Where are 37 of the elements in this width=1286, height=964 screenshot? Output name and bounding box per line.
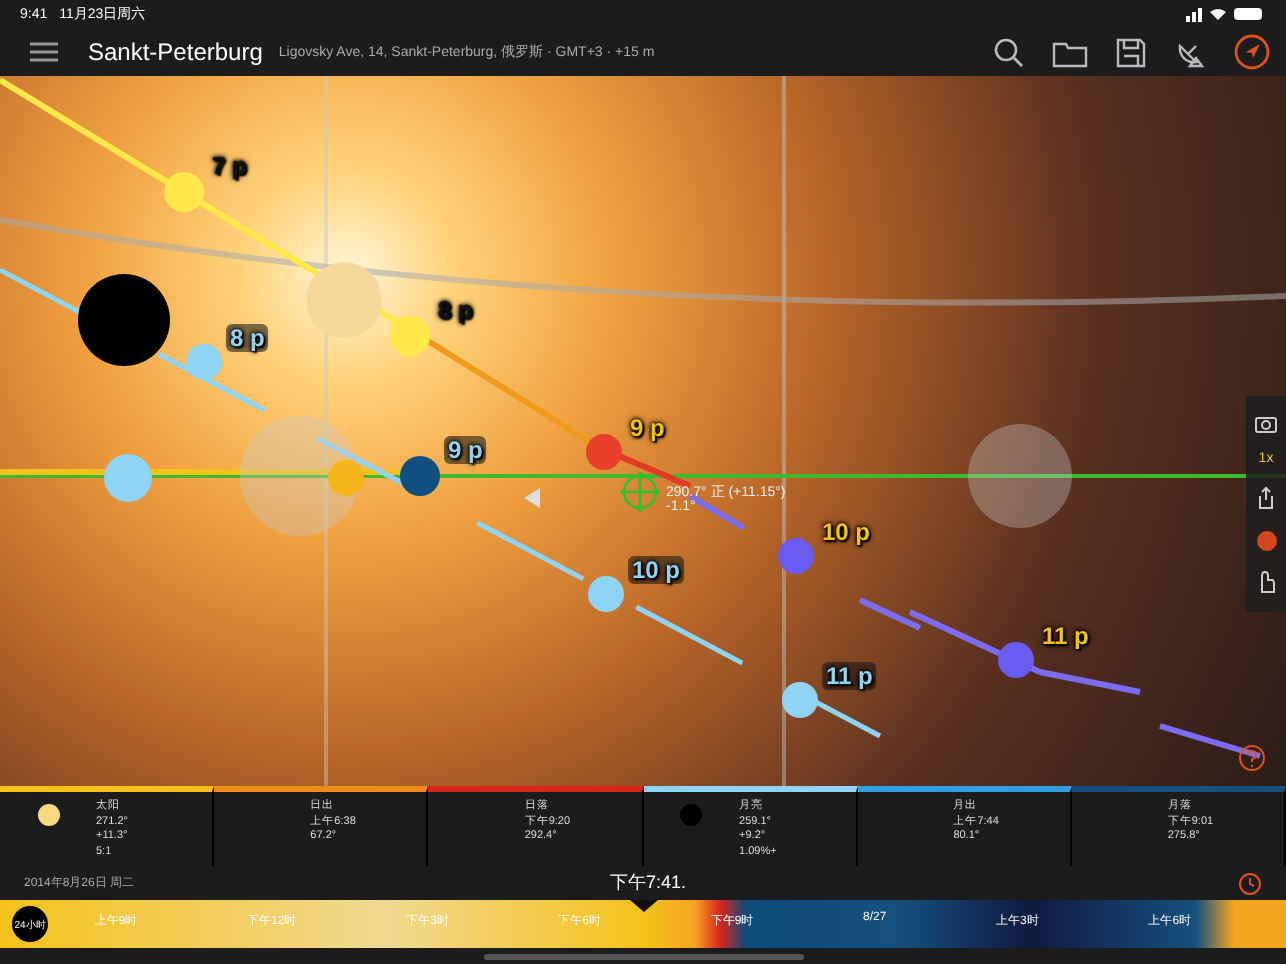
path-position-dot: [782, 682, 818, 718]
moon-icon: [680, 804, 703, 826]
moon-disc: [78, 274, 170, 366]
path-position-dot: [586, 434, 622, 470]
hour-label: 7 p: [210, 152, 249, 180]
location-title: Sankt-Peterburg: [88, 38, 263, 66]
sun-icon: [37, 804, 59, 826]
sun-disc: [306, 262, 382, 338]
sun-position-dot: [328, 460, 364, 496]
help-icon[interactable]: [1238, 744, 1266, 772]
path-position-dot: [778, 538, 814, 574]
compass-circle: [968, 424, 1072, 528]
hour-label: 10 p: [820, 518, 873, 546]
search-icon[interactable]: [992, 36, 1024, 68]
menu-icon[interactable]: [28, 38, 60, 66]
status-icons: [1186, 6, 1266, 22]
moon-position-dot: [104, 454, 152, 502]
share-icon[interactable]: [1256, 485, 1276, 510]
path-position-dot: [164, 172, 204, 212]
folder-icon[interactable]: [1052, 37, 1088, 67]
hand-icon[interactable]: [1256, 570, 1276, 595]
path-position-dot: [998, 642, 1034, 678]
path-position-dot: [390, 316, 430, 356]
camera-icon[interactable]: [1254, 413, 1278, 434]
save-icon[interactable]: [1116, 37, 1146, 67]
clock-icon[interactable]: [1238, 871, 1262, 895]
path-position-dot: [186, 344, 222, 380]
hour-label: 11 p: [1040, 622, 1091, 650]
hour-label: 9 p: [628, 414, 667, 442]
path-position-dot: [400, 456, 440, 496]
current-time: 下午7:41.: [610, 870, 687, 896]
path-position-dot: [588, 576, 624, 612]
compass-circle: [240, 416, 360, 536]
hour-label: 8 p: [436, 296, 475, 324]
ball-icon[interactable]: [1255, 529, 1277, 552]
hour-label: 10 p: [628, 556, 685, 584]
navigation-icon[interactable]: [1234, 34, 1270, 70]
